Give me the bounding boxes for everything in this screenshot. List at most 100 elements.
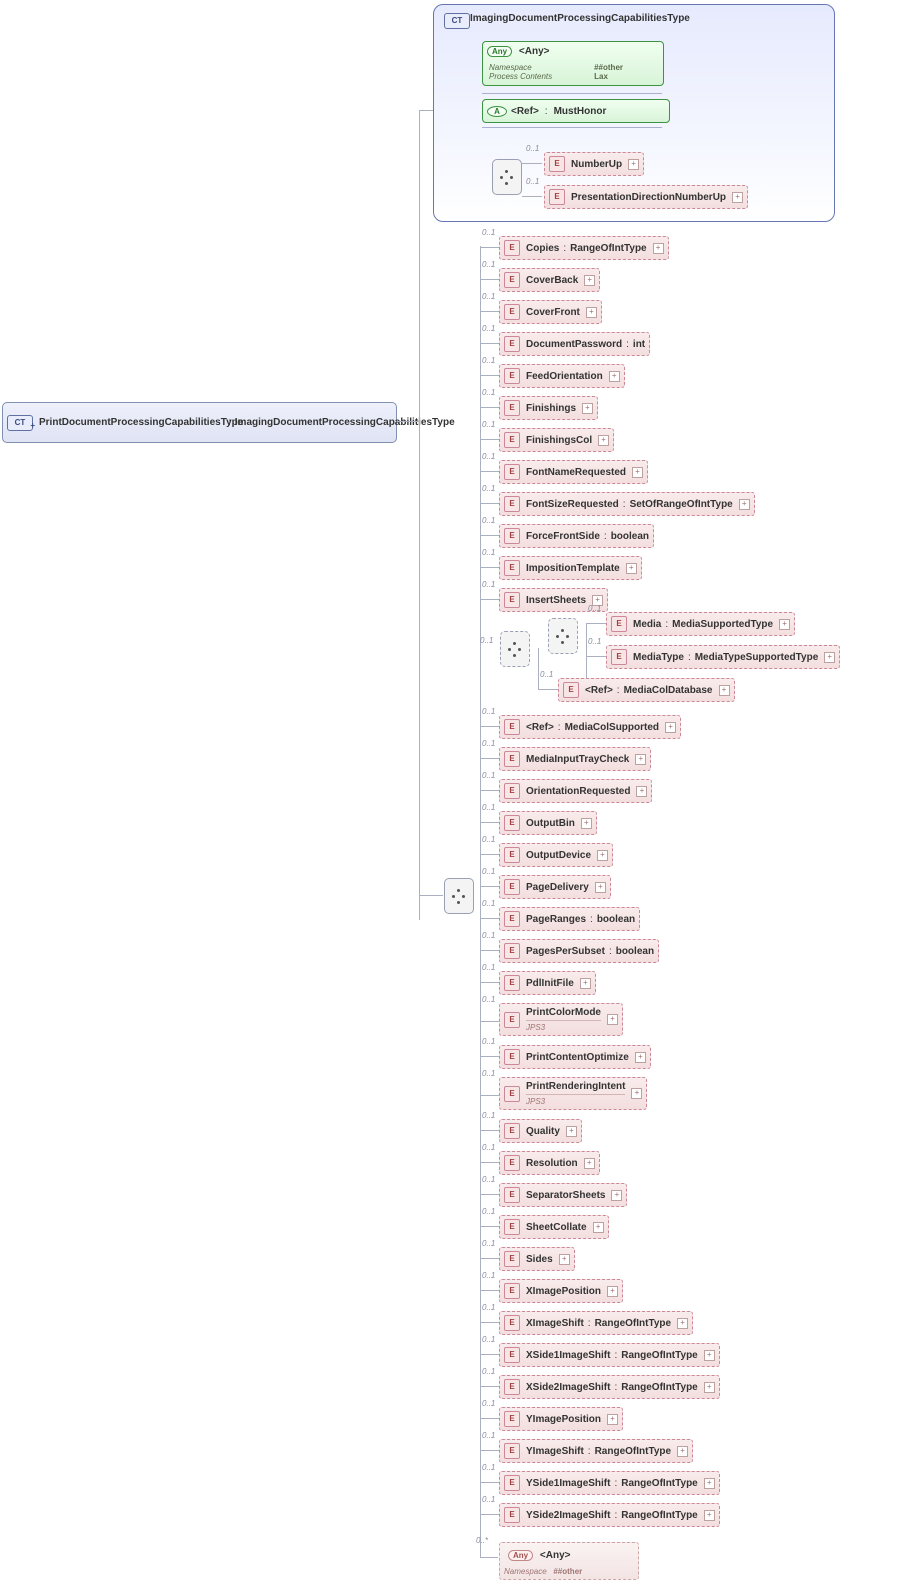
attribute-ref[interactable]: A <Ref> : MustHonor [482, 99, 670, 123]
element-node[interactable]: ECoverFront+ [499, 300, 602, 324]
expand-icon[interactable]: + [582, 403, 593, 414]
expand-icon[interactable]: + [653, 243, 664, 254]
expand-icon[interactable]: + [636, 786, 647, 797]
element-node[interactable]: EDocumentPassword:int [499, 332, 650, 356]
sequence-icon[interactable] [548, 618, 578, 654]
multiplicity: 0..1 [482, 707, 495, 716]
expand-icon[interactable]: + [580, 978, 591, 989]
expand-icon[interactable]: + [732, 192, 743, 203]
connector [480, 503, 499, 504]
any-wildcard[interactable]: Any <Any> Namespace##other Process Conte… [482, 41, 664, 86]
element-node[interactable]: EMedia:MediaSupportedType+ [606, 612, 795, 636]
element-node[interactable]: E<Ref>:MediaColDatabase+ [558, 678, 735, 702]
element-node[interactable]: EPrintColorModeJPS3+ [499, 1003, 623, 1036]
expand-icon[interactable]: + [595, 882, 606, 893]
element-node[interactable]: EYImageShift:RangeOfIntType+ [499, 1439, 693, 1463]
expand-icon[interactable]: + [779, 619, 790, 630]
expand-icon[interactable]: + [628, 159, 639, 170]
expand-icon[interactable]: + [607, 1014, 618, 1025]
element-node[interactable]: E<Ref>:MediaColSupported+ [499, 715, 681, 739]
any-wildcard[interactable]: Any <Any> Namespace ##other [499, 1542, 639, 1580]
expand-icon[interactable]: + [631, 1088, 642, 1099]
expand-icon[interactable]: + [704, 1478, 715, 1489]
expand-icon[interactable]: + [635, 1052, 646, 1063]
element-name: Resolution [526, 1158, 578, 1169]
element-node[interactable]: EYSide1ImageShift:RangeOfIntType+ [499, 1471, 720, 1495]
expand-icon[interactable]: + [607, 1414, 618, 1425]
element-node[interactable]: ESides+ [499, 1247, 575, 1271]
expand-icon[interactable]: + [635, 754, 646, 765]
element-node[interactable]: EFontSizeRequested:SetOfRangeOfIntType+ [499, 492, 755, 516]
expand-icon[interactable]: + [581, 818, 592, 829]
element-node[interactable]: EFontNameRequested+ [499, 460, 648, 484]
any-icon: Any [508, 1550, 533, 1561]
expand-icon[interactable]: + [665, 722, 676, 733]
connector [480, 407, 499, 408]
expand-icon[interactable]: + [632, 467, 643, 478]
expand-icon[interactable]: + [719, 685, 730, 696]
element-node[interactable]: EOrientationRequested+ [499, 779, 652, 803]
multiplicity: 0..1 [482, 1335, 495, 1344]
element-node[interactable]: EOutputBin+ [499, 811, 597, 835]
expand-icon[interactable]: + [584, 1158, 595, 1169]
expand-icon[interactable]: + [626, 563, 637, 574]
element-node[interactable]: EForceFrontSide:boolean [499, 524, 654, 548]
element-name: CoverBack [526, 275, 578, 286]
connector [480, 1194, 499, 1195]
element-type: MediaSupportedType [672, 619, 773, 630]
root-complex-type[interactable]: CT PrintDocumentProcessingCapabilitiesTy… [2, 402, 397, 443]
expand-icon[interactable]: + [677, 1318, 688, 1329]
expand-icon[interactable]: + [598, 435, 609, 446]
expand-icon[interactable]: + [739, 499, 750, 510]
expand-icon[interactable]: + [824, 652, 835, 663]
element-node[interactable]: EFinishingsCol+ [499, 428, 614, 452]
element-node[interactable]: ENumberUp+ [544, 152, 644, 176]
element-node[interactable]: EOutputDevice+ [499, 843, 613, 867]
element-icon: E [504, 1187, 520, 1203]
connector [480, 982, 499, 983]
element-node[interactable]: EPageRanges:boolean [499, 907, 640, 931]
expand-icon[interactable]: + [611, 1190, 622, 1201]
type-colon: : [604, 531, 607, 542]
element-node[interactable]: EPageDelivery+ [499, 875, 611, 899]
element-node[interactable]: EXSide2ImageShift:RangeOfIntType+ [499, 1375, 720, 1399]
expand-icon[interactable]: + [704, 1382, 715, 1393]
expand-icon[interactable]: + [586, 307, 597, 318]
expand-icon[interactable]: + [559, 1254, 570, 1265]
element-node[interactable]: EPresentationDirectionNumberUp+ [544, 185, 748, 209]
expand-icon[interactable]: + [597, 850, 608, 861]
expand-icon[interactable]: + [607, 1286, 618, 1297]
sequence-icon[interactable] [444, 878, 474, 914]
connector [480, 567, 499, 568]
element-node[interactable]: ESeparatorSheets+ [499, 1183, 627, 1207]
expand-icon[interactable]: + [677, 1446, 688, 1457]
element-node[interactable]: EPrintRenderingIntentJPS3+ [499, 1077, 647, 1110]
expand-icon[interactable]: + [584, 275, 595, 286]
element-node[interactable]: EResolution+ [499, 1151, 600, 1175]
element-node[interactable]: EMediaInputTrayCheck+ [499, 747, 651, 771]
element-node[interactable]: EYImagePosition+ [499, 1407, 623, 1431]
element-node[interactable]: EQuality+ [499, 1119, 582, 1143]
element-row: EPageDelivery+ [499, 875, 611, 899]
element-node[interactable]: ECopies:RangeOfIntType+ [499, 236, 669, 260]
element-node[interactable]: EPdlInitFile+ [499, 971, 596, 995]
element-node[interactable]: EImpositionTemplate+ [499, 556, 642, 580]
element-node[interactable]: EMediaType:MediaTypeSupportedType+ [606, 645, 840, 669]
element-node[interactable]: EYSide2ImageShift:RangeOfIntType+ [499, 1503, 720, 1527]
element-node[interactable]: EPrintContentOptimize+ [499, 1045, 651, 1069]
element-node[interactable]: ESheetCollate+ [499, 1215, 609, 1239]
element-node[interactable]: EXImageShift:RangeOfIntType+ [499, 1311, 693, 1335]
expand-icon[interactable]: + [566, 1126, 577, 1137]
element-node[interactable]: EPagesPerSubset:boolean [499, 939, 659, 963]
element-node[interactable]: EFinishings+ [499, 396, 598, 420]
expand-icon[interactable]: + [609, 371, 620, 382]
expand-icon[interactable]: + [704, 1510, 715, 1521]
element-node[interactable]: EFeedOrientation+ [499, 364, 625, 388]
element-node[interactable]: ECoverBack+ [499, 268, 600, 292]
sequence-icon[interactable] [492, 159, 522, 195]
expand-icon[interactable]: + [704, 1350, 715, 1361]
choice-icon[interactable] [500, 631, 530, 667]
element-node[interactable]: EXImagePosition+ [499, 1279, 623, 1303]
expand-icon[interactable]: + [593, 1222, 604, 1233]
element-node[interactable]: EXSide1ImageShift:RangeOfIntType+ [499, 1343, 720, 1367]
